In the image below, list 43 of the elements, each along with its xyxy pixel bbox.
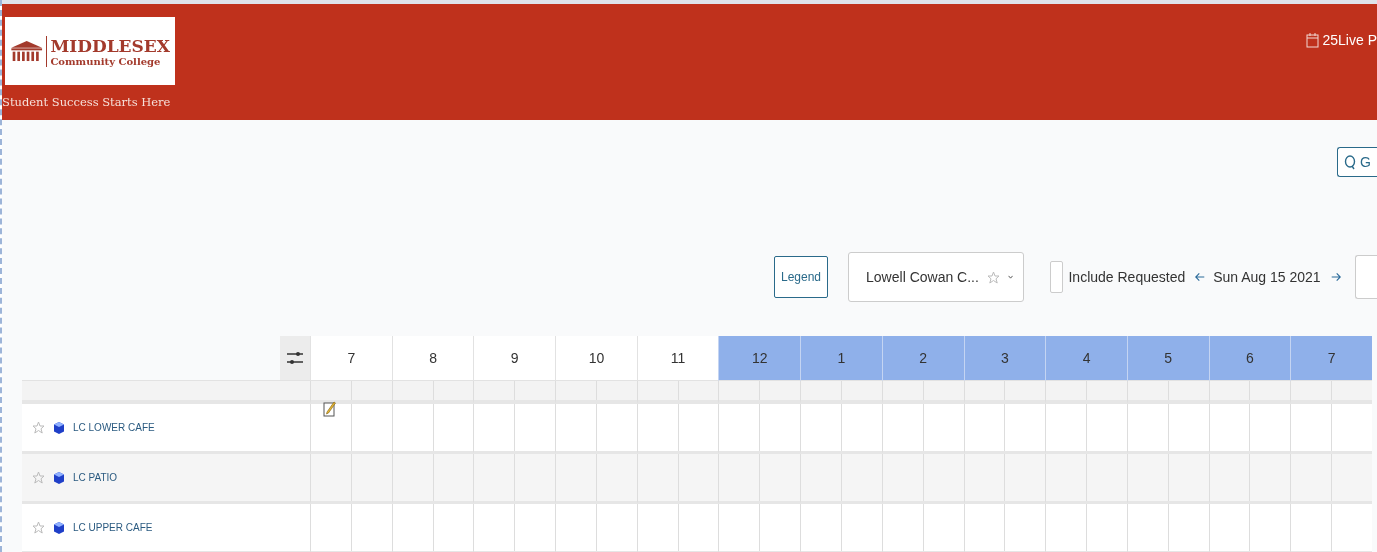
star-icon[interactable] <box>986 270 1000 284</box>
note-icon[interactable] <box>323 401 336 417</box>
hour-heading: 11 <box>636 336 719 381</box>
college-subtitle: Community College <box>50 55 162 67</box>
cube-icon <box>54 521 64 534</box>
checkbox[interactable] <box>1050 261 1064 293</box>
legend-button[interactable]: Legend <box>774 256 829 298</box>
hour-heading: 10 <box>555 336 637 381</box>
location-dropdown[interactable]: Lowell Cowan C... <box>848 252 1025 302</box>
hour-heading: 7 <box>310 336 392 381</box>
star-icon[interactable] <box>32 421 45 434</box>
hour-heading: 2 <box>881 336 964 381</box>
date-label: Sun Aug 15 2021 <box>1213 269 1321 285</box>
cube-icon <box>54 421 64 434</box>
location-link[interactable]: LC UPPER CAFE <box>73 522 153 533</box>
search-button[interactable]: G <box>1337 147 1377 177</box>
location-link[interactable]: LC LOWER CAFE <box>73 422 155 433</box>
college-name: MIDDLESEX <box>50 35 170 56</box>
column-settings-button[interactable] <box>280 336 310 381</box>
chevron-down-icon <box>1007 274 1014 280</box>
hour-heading: 6 <box>1208 336 1291 381</box>
hour-heading: 8 <box>391 336 474 381</box>
app-link[interactable]: 25Live P <box>1305 32 1377 48</box>
hour-heading: 4 <box>1045 336 1127 381</box>
hour-heading: 5 <box>1126 336 1209 381</box>
star-icon[interactable] <box>32 521 45 534</box>
cube-icon <box>54 471 64 484</box>
hour-heading: 1 <box>800 336 882 381</box>
date-field[interactable] <box>1354 255 1377 299</box>
hour-heading: 9 <box>473 336 556 381</box>
previous-day-arrow-icon[interactable] <box>1195 271 1206 283</box>
hour-heading: 12 <box>718 336 801 381</box>
sliders-icon <box>286 350 304 366</box>
college-logo[interactable]: MIDDLESEX Community College <box>5 17 175 85</box>
star-icon[interactable] <box>32 471 45 484</box>
hour-heading: 3 <box>963 336 1046 381</box>
next-day-arrow-icon[interactable] <box>1330 271 1341 283</box>
calendar-icon <box>1305 32 1319 48</box>
checkbox-label: Include Requested <box>1068 269 1186 285</box>
tagline: Student Success Starts Here <box>2 95 172 109</box>
search-icon <box>1344 154 1356 170</box>
hour-heading: 7 <box>1290 336 1372 381</box>
location-link[interactable]: LC PATIO <box>73 472 118 483</box>
